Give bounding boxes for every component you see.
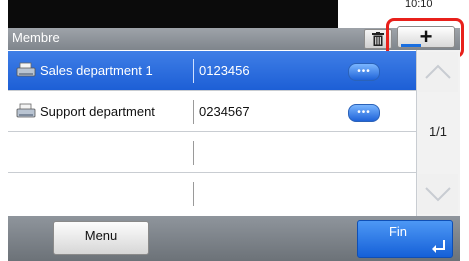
plus-icon: + — [419, 24, 433, 49]
chevron-down-icon — [425, 187, 451, 202]
header-bar — [8, 28, 460, 50]
list-item[interactable]: Support department 0234567 ••• — [8, 92, 416, 132]
clock: 10:10 — [405, 0, 433, 10]
menu-button[interactable]: Menu — [53, 221, 149, 255]
scroll-down-button[interactable] — [418, 174, 458, 214]
fax-printer-icon — [16, 103, 36, 118]
column-divider — [193, 100, 194, 124]
fax-printer-icon — [16, 62, 36, 77]
page-indicator: 1/1 — [428, 124, 448, 139]
delete-button[interactable] — [364, 29, 392, 49]
column-divider — [193, 182, 194, 206]
chevron-up-icon — [425, 64, 451, 79]
empty-list-item — [8, 133, 416, 173]
status-bar — [8, 0, 338, 28]
row-number: 0234567 — [199, 104, 250, 119]
more-icon: ••• — [357, 66, 371, 77]
enter-icon — [432, 240, 445, 253]
column-divider — [193, 141, 194, 165]
column-divider — [193, 59, 194, 83]
scroll-up-button[interactable] — [418, 52, 458, 92]
page-title: Membre — [12, 30, 60, 45]
details-button[interactable]: ••• — [348, 104, 380, 122]
add-button-indicator — [401, 44, 421, 47]
more-icon: ••• — [357, 107, 371, 118]
row-name: Support department — [40, 104, 155, 119]
trash-icon — [372, 32, 384, 46]
empty-list-item — [8, 174, 416, 216]
row-number: 0123456 — [199, 63, 250, 78]
fin-button-label: Fin — [388, 224, 408, 239]
list-item[interactable]: Sales department 1 0123456 ••• — [8, 51, 416, 91]
row-name: Sales department 1 — [40, 63, 153, 78]
details-button[interactable]: ••• — [348, 63, 380, 81]
